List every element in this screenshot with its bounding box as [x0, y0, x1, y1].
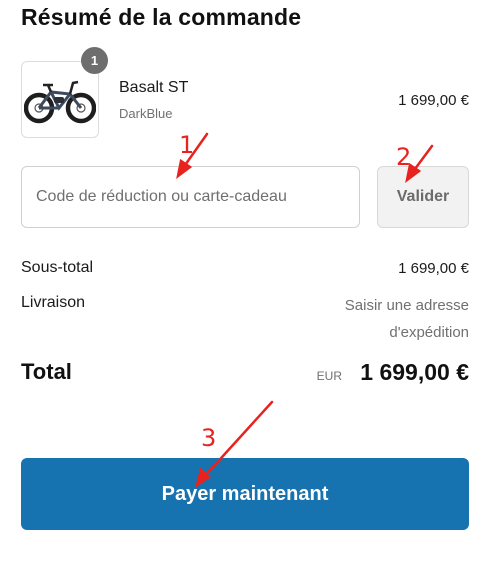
order-summary-panel: Résumé de la commande 1 Basalt ST DarkBl… — [0, 0, 490, 567]
annotation-marker-2: 2 — [396, 143, 412, 171]
annotation-marker-1: 1 — [179, 131, 195, 159]
annotation-arrows — [176, 132, 434, 488]
annotation-marker-3: 3 — [201, 424, 217, 452]
